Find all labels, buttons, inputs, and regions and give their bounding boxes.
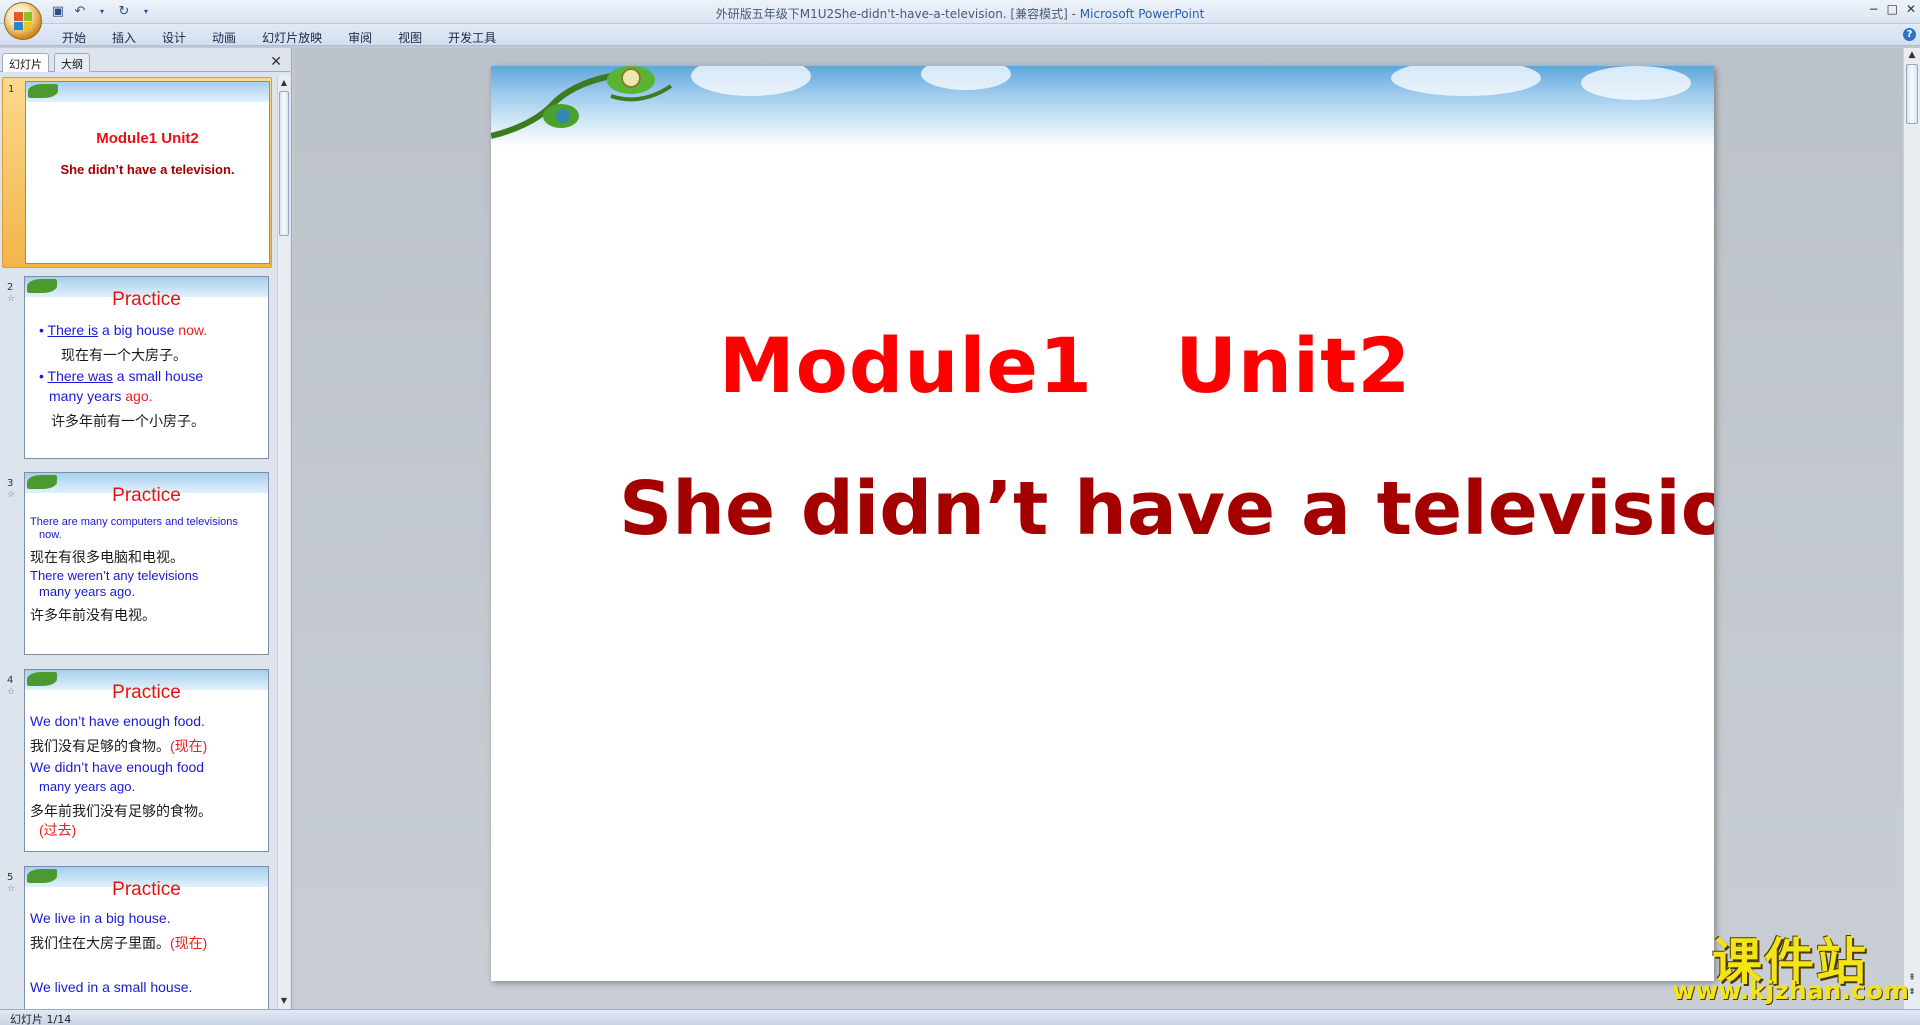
slide-thumbnail[interactable]: Practice We don’t have enough food. 我们没有…	[24, 669, 269, 852]
thumb-line: many years ago.	[49, 388, 153, 404]
thumb-line: 许多年前有一个小房子。	[51, 413, 205, 429]
thumb-line: We didn’t have enough food	[30, 759, 205, 775]
animation-star-icon: ☆	[7, 884, 16, 894]
office-button[interactable]	[4, 2, 42, 40]
animation-star-icon: ☆	[7, 294, 16, 304]
document-title: 外研版五年级下M1U2She-didn't-have-a-television.…	[715, 7, 1068, 21]
scroll-down-icon[interactable]: ▼	[278, 994, 290, 1008]
thumb-line: We don’t have enough food.	[30, 713, 205, 729]
help-icon[interactable]: ?	[1903, 28, 1916, 41]
sky-banner	[491, 66, 1714, 146]
ribbon-tab-bar: 开始 插入 设计 动画 幻灯片放映 审阅 视图 开发工具 ?	[0, 24, 1920, 46]
cloud-shape	[1391, 66, 1541, 96]
thumb-line: We lived in a small house.	[30, 979, 193, 995]
scroll-up-icon[interactable]: ▲	[1906, 50, 1918, 60]
scrollbar-thumb[interactable]	[1906, 64, 1918, 124]
current-slide[interactable]: Module1 Unit2 She didn’t have a televisi…	[491, 66, 1714, 981]
tab-home[interactable]: 开始	[58, 27, 100, 48]
thumb-title: Practice	[112, 485, 181, 506]
thumb-line: 许多年前没有电视。	[30, 607, 156, 623]
thumbnail-item[interactable]: 3 ☆ Practice There are many computers an…	[2, 472, 272, 657]
thumbnail-item[interactable]: 1 Module1 Unit2 She didn’t have a televi…	[2, 77, 272, 268]
scrollbar-thumb[interactable]	[279, 91, 289, 236]
status-bar: 幻灯片 1/14	[0, 1009, 1920, 1025]
thumb-line: 我们没有足够的食物。(现在)	[30, 738, 208, 754]
title-bar: ▣ ↶ ▾ ↻ ▾ 外研版五年级下M1U2She-didn't-have-a-t…	[0, 0, 1920, 40]
slide-thumbnail[interactable]: Practice There are many computers and te…	[24, 472, 269, 655]
slide-thumbnail[interactable]: Practice We live in a big house. 我们住在大房子…	[24, 866, 269, 1009]
slide-editing-area: Module1 Unit2 She didn’t have a televisi…	[295, 48, 1903, 1009]
thumbnail-list: 1 Module1 Unit2 She didn’t have a televi…	[0, 75, 276, 1009]
tab-animations[interactable]: 动画	[208, 27, 250, 48]
thumb-line: There are many computers and televisions	[30, 516, 238, 528]
tab-view[interactable]: 视图	[394, 27, 436, 48]
slide-subtitle[interactable]: She didn’t have a television.	[619, 466, 1714, 552]
office-logo-icon	[14, 12, 32, 30]
thumb-line: many years ago.	[39, 779, 136, 794]
maximize-icon[interactable]: □	[1887, 2, 1898, 16]
slide-counter: 幻灯片 1/14	[10, 1013, 72, 1025]
animation-star-icon: ☆	[7, 687, 16, 697]
slide-number: 3	[7, 478, 14, 489]
thumb-line: • There is a big house now.	[39, 322, 208, 338]
thumbnail-scrollbar[interactable]: ▲ ▼	[277, 75, 290, 1009]
thumb-line: 现在有很多电脑和电视。	[30, 549, 184, 565]
tab-review[interactable]: 审阅	[344, 27, 386, 48]
tab-developer[interactable]: 开发工具	[444, 27, 510, 48]
thumb-line: now.	[39, 529, 62, 541]
vine-snail-icon	[491, 66, 673, 139]
pane-tab-strip: 幻灯片 大纲 ✕	[0, 50, 290, 72]
thumb-line: 现在有一个大房子。	[61, 347, 187, 363]
thumb-title: Practice	[112, 682, 181, 703]
thumb-title: Module1 Unit2	[96, 130, 199, 147]
window-title: 外研版五年级下M1U2She-didn't-have-a-television.…	[715, 7, 1205, 21]
pane-close-icon[interactable]: ✕	[270, 54, 282, 70]
thumb-line: There weren’t any televisions	[30, 568, 199, 583]
slide-number: 2	[7, 282, 14, 293]
window-controls: − □ ✕	[1869, 2, 1916, 16]
tab-design[interactable]: 设计	[158, 27, 200, 48]
tab-insert[interactable]: 插入	[108, 27, 150, 48]
thumb-line: (过去)	[39, 822, 77, 838]
thumb-title: Practice	[112, 879, 181, 900]
thumb-title: Practice	[112, 289, 181, 310]
editor-scrollbar[interactable]: ▲ ⇞ ⇟	[1903, 48, 1920, 1009]
minimize-icon[interactable]: −	[1869, 2, 1879, 16]
thumb-subtitle: She didn’t have a television.	[60, 162, 235, 177]
slide-title[interactable]: Module1 Unit2	[491, 321, 1714, 410]
sky-banner	[26, 82, 269, 102]
thumb-line: 多年前我们没有足够的食物。	[30, 803, 212, 819]
thumb-line: many years ago.	[39, 584, 136, 599]
slide-thumbnail[interactable]: Module1 Unit2 She didn’t have a televisi…	[25, 81, 270, 264]
scroll-up-icon[interactable]: ▲	[278, 76, 290, 90]
close-icon[interactable]: ✕	[1906, 2, 1916, 16]
slide-number: 1	[8, 84, 15, 95]
animation-star-icon: ☆	[7, 490, 16, 500]
slides-pane: 幻灯片 大纲 ✕ 1 Module1 Unit2 She didn’t have…	[0, 48, 292, 1009]
leaf-icon	[28, 84, 58, 98]
app-name: Microsoft PowerPoint	[1079, 7, 1205, 21]
cloud-shape	[1581, 66, 1691, 100]
thumbnail-item[interactable]: 5 ☆ Practice We live in a big house. 我们住…	[2, 866, 272, 1009]
thumb-line: 我们住在大房子里面。(现在)	[30, 935, 208, 951]
watermark: 课件站 www.kjzhan.com	[1672, 922, 1909, 1006]
slide-thumbnail[interactable]: Practice • There is a big house now. 现在有…	[24, 276, 269, 459]
thumbnail-item[interactable]: 4 ☆ Practice We don’t have enough food. …	[2, 669, 272, 854]
slide-number: 5	[7, 872, 14, 883]
thumbnail-item[interactable]: 2 ☆ Practice • There is a big house now.…	[2, 276, 272, 461]
tab-slides[interactable]: 幻灯片	[2, 53, 49, 72]
thumb-line: We live in a big house.	[30, 910, 171, 926]
thumb-line: • There was a small house	[39, 368, 204, 384]
cloud-shape	[691, 66, 811, 96]
cloud-shape	[921, 66, 1011, 90]
watermark-url: www.kjzhan.com	[1672, 976, 1909, 1005]
tab-outline[interactable]: 大纲	[54, 53, 90, 72]
slide-number: 4	[7, 675, 14, 686]
tab-slideshow[interactable]: 幻灯片放映	[258, 27, 336, 48]
